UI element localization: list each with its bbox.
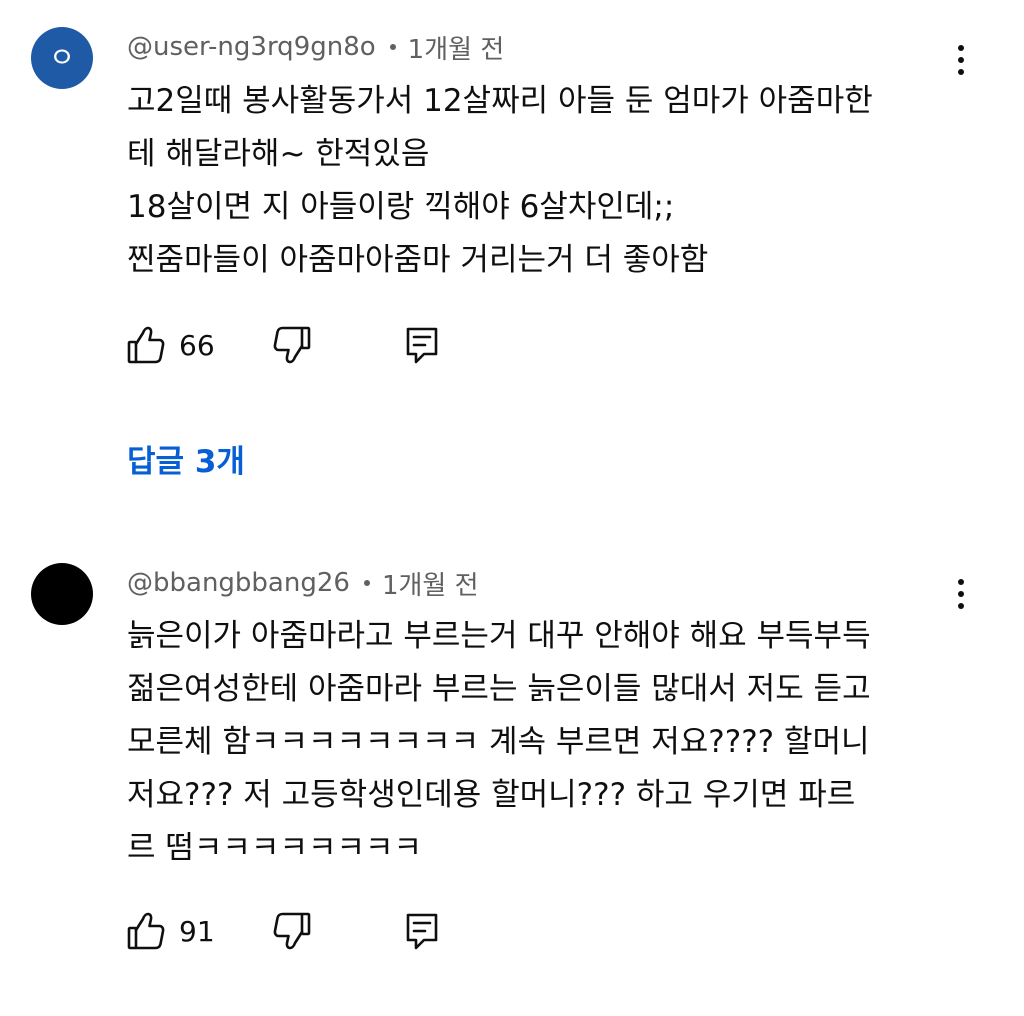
- thumbs-down-icon: [273, 911, 311, 951]
- author-name[interactable]: @bbangbbang26: [127, 568, 350, 598]
- comment-2: @bbangbbang26 1개월 전 늙은이가 아줌마라고 부르는거 대꾸 안…: [0, 540, 1024, 1016]
- comment-text: 늙은이가 아줌마라고 부르는거 대꾸 안해야 해요 부득부득 젊은여성한테 아줌…: [127, 618, 871, 866]
- thumbs-up-icon: [127, 325, 165, 365]
- reply-button[interactable]: [405, 323, 439, 367]
- avatar[interactable]: [31, 563, 93, 625]
- comment-actions: 91: [127, 909, 447, 953]
- author-name[interactable]: @user-ng3rq9gn8o: [127, 32, 376, 62]
- thumbs-down-icon: [273, 325, 311, 365]
- reply-comment-icon: [405, 911, 439, 951]
- thumbs-up-icon: [127, 911, 165, 951]
- comment-actions: 66: [127, 323, 447, 367]
- like-button[interactable]: 66: [127, 323, 215, 367]
- dislike-button[interactable]: [273, 909, 311, 953]
- replies-toggle[interactable]: 답글 3개: [127, 436, 245, 481]
- timestamp[interactable]: 1개월 전: [382, 565, 479, 602]
- like-count: 66: [179, 328, 215, 362]
- separator-dot: [363, 580, 370, 586]
- avatar-letter: ㅇ: [49, 41, 75, 74]
- reply-comment-icon: [405, 325, 439, 365]
- dislike-button[interactable]: [273, 323, 311, 367]
- reply-button[interactable]: [405, 909, 439, 953]
- comment-1: ㅇ @user-ng3rq9gn8o 1개월 전 고2일때 봉사활동가서 12살…: [0, 0, 1024, 520]
- separator-dot: [389, 44, 396, 50]
- comment-meta: @user-ng3rq9gn8o 1개월 전: [127, 29, 504, 65]
- comment-meta: @bbangbbang26 1개월 전: [127, 565, 479, 601]
- like-count: 91: [179, 914, 215, 948]
- avatar[interactable]: ㅇ: [31, 27, 93, 89]
- timestamp[interactable]: 1개월 전: [408, 29, 505, 66]
- like-button[interactable]: 91: [127, 909, 215, 953]
- comment-text: 고2일때 봉사활동가서 12살짜리 아들 둔 엄마가 아줌마한 테 해달라해~ …: [127, 83, 873, 278]
